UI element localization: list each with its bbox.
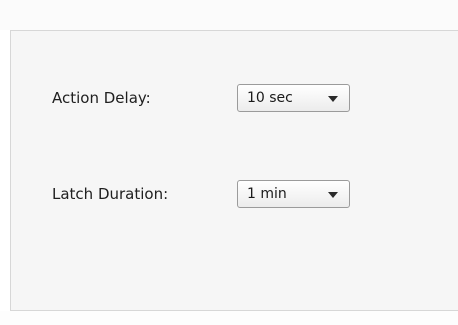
action-delay-value: 10 sec: [247, 90, 293, 106]
chevron-down-icon: [328, 192, 338, 198]
action-delay-dropdown[interactable]: 10 sec: [237, 84, 350, 112]
chevron-down-icon: [328, 96, 338, 102]
latch-duration-value: 1 min: [247, 186, 287, 202]
settings-panel: [10, 30, 458, 311]
action-delay-label: Action Delay:: [52, 89, 151, 107]
window-top-area: [0, 0, 458, 30]
latch-duration-label: Latch Duration:: [52, 185, 169, 203]
window-bottom-area: [0, 311, 458, 325]
latch-duration-dropdown[interactable]: 1 min: [237, 180, 350, 208]
